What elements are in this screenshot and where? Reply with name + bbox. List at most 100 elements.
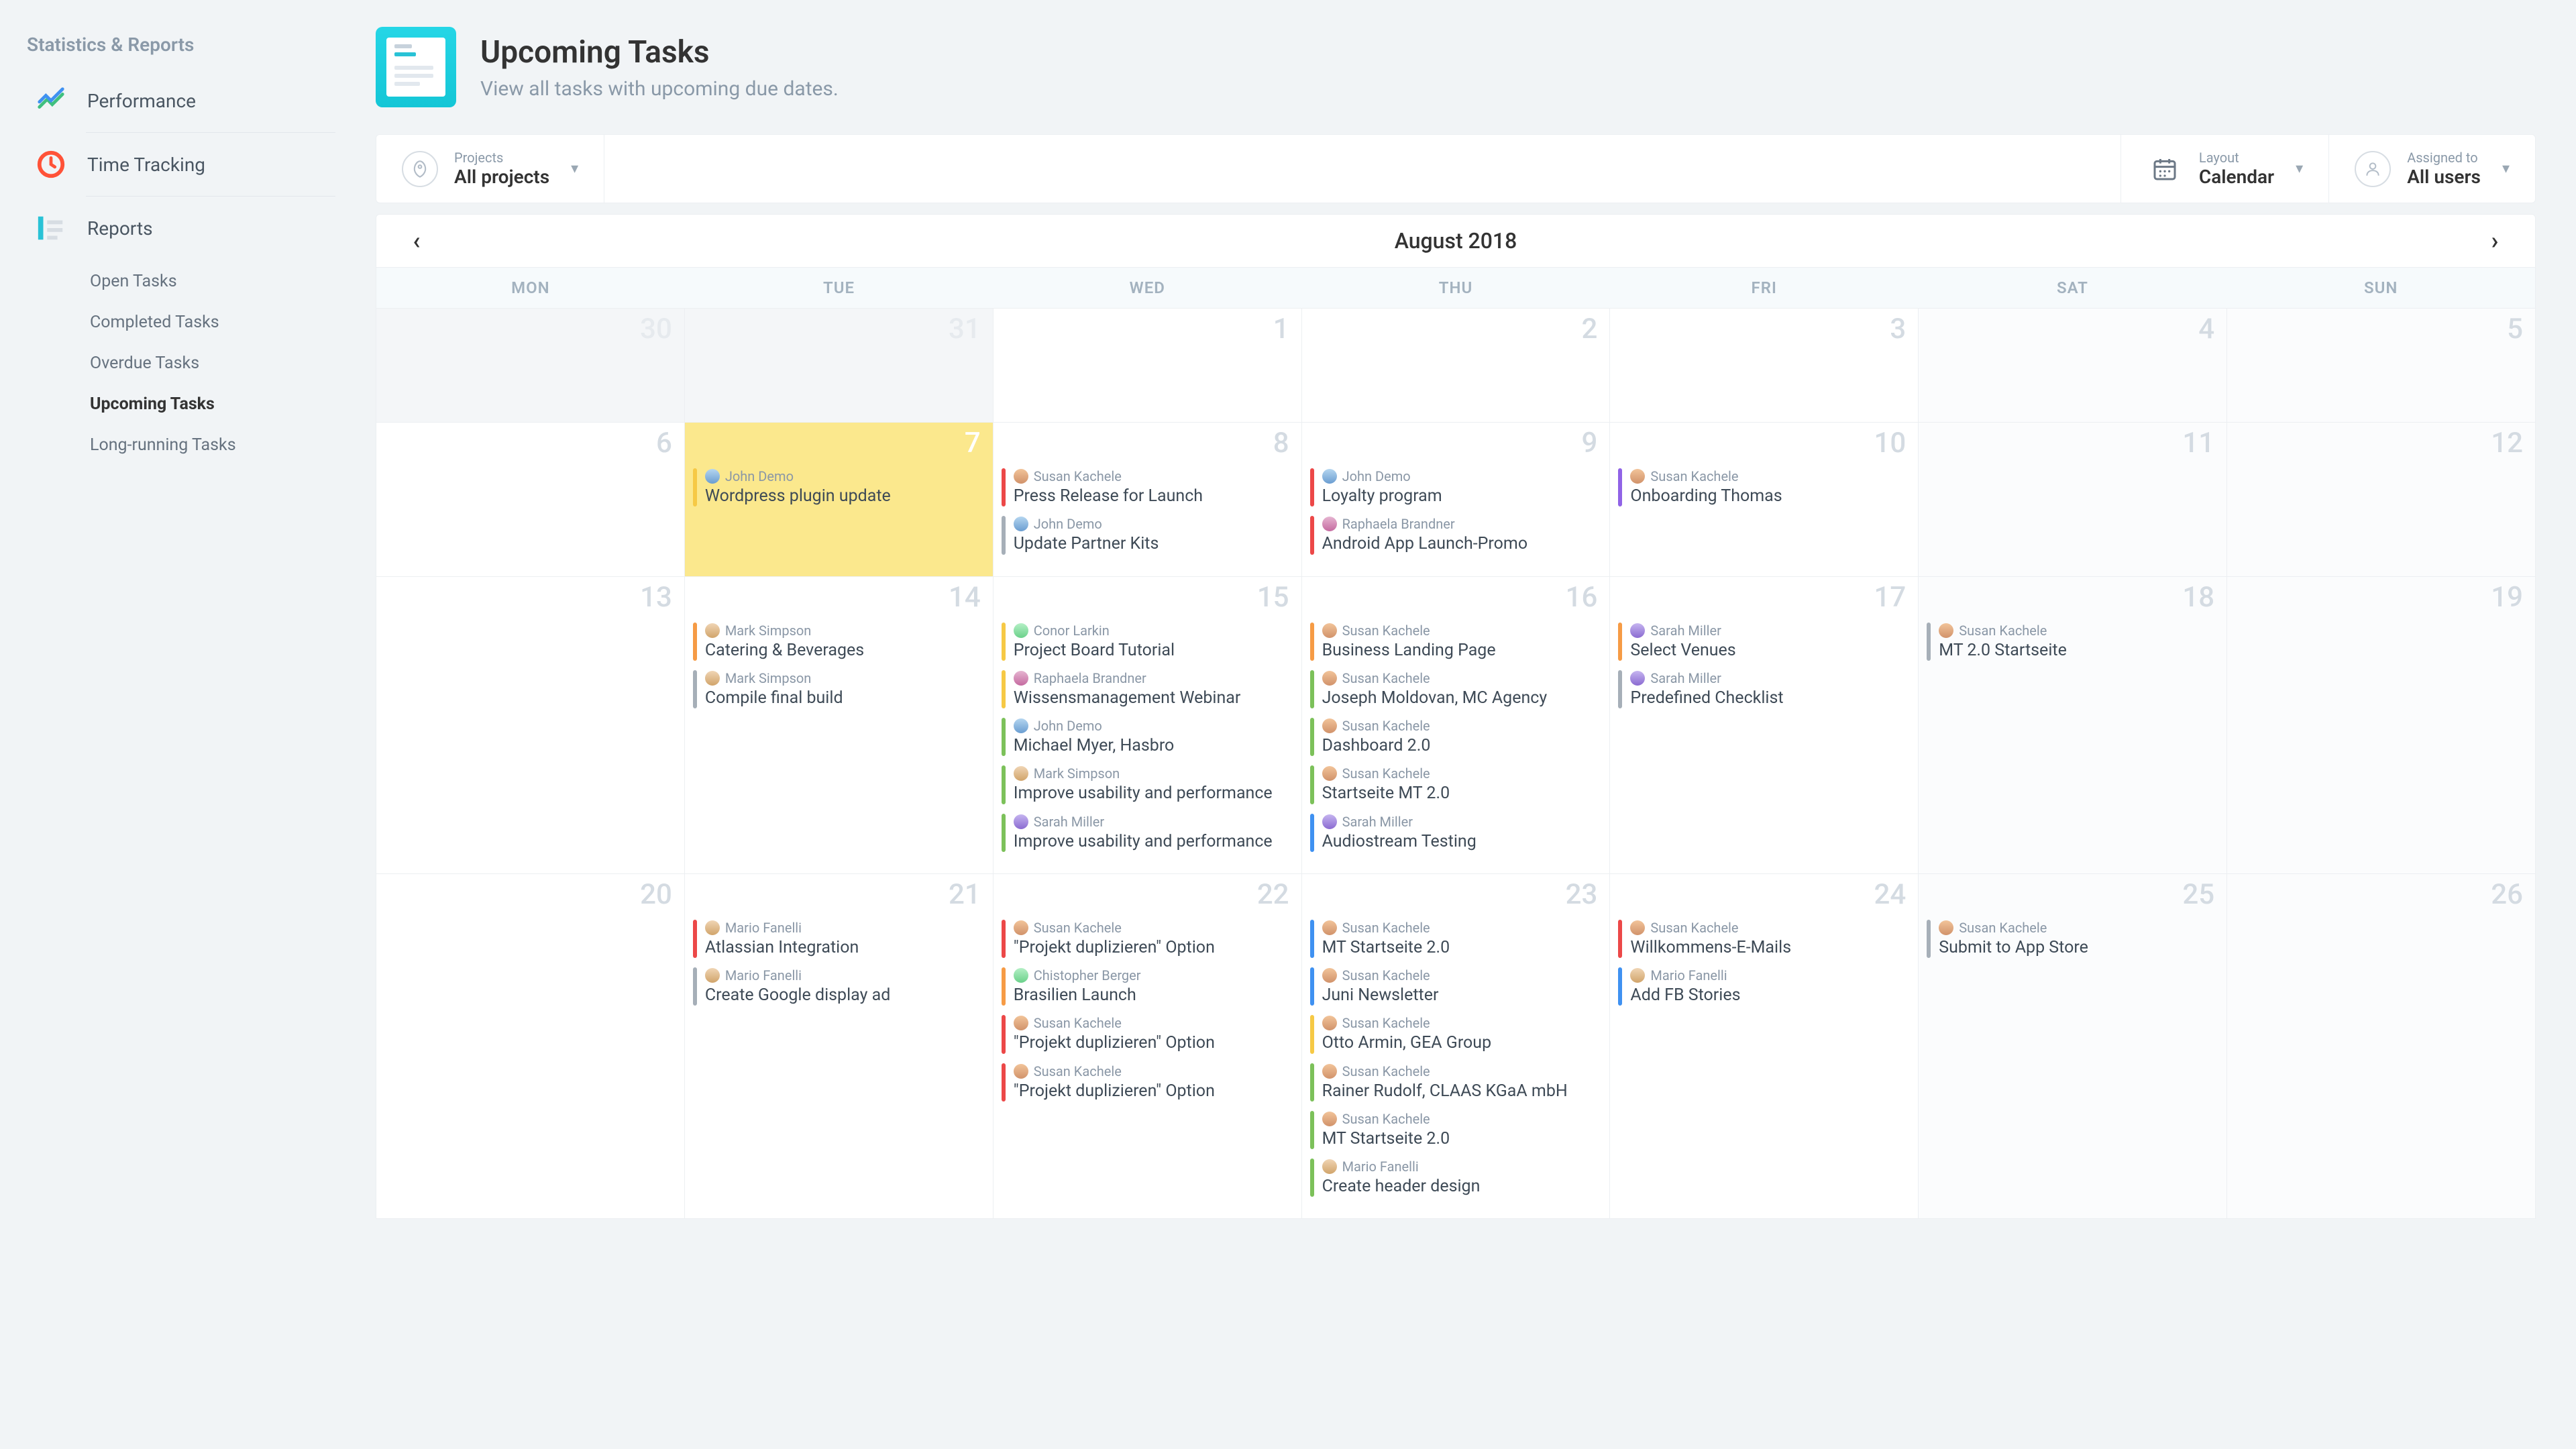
calendar-cell[interactable]: 24Susan KacheleWillkommens-E-MailsMario … bbox=[1610, 874, 1919, 1220]
task-user-name: Mario Fanelli bbox=[1650, 967, 1727, 983]
task-item[interactable]: Mark SimpsonCatering & Beverages bbox=[693, 623, 985, 661]
task-item[interactable]: Susan KachelePress Release for Launch bbox=[1002, 468, 1293, 506]
avatar bbox=[1014, 1064, 1028, 1079]
task-item[interactable]: Susan Kachele"Projekt duplizieren" Optio… bbox=[1002, 920, 1293, 958]
calendar-cell[interactable]: 6 bbox=[376, 423, 685, 577]
task-item[interactable]: John DemoWordpress plugin update bbox=[693, 468, 985, 506]
calendar-cell[interactable]: 5 bbox=[2227, 309, 2536, 423]
calendar-cell[interactable]: 17Sarah MillerSelect VenuesSarah MillerP… bbox=[1610, 577, 1919, 874]
calendar-cell[interactable]: 9John DemoLoyalty programRaphaela Brandn… bbox=[1302, 423, 1611, 577]
task-user-name: Raphaela Brandner bbox=[1034, 670, 1146, 686]
calendar-date-number: 30 bbox=[640, 313, 672, 345]
calendar-cell[interactable]: 19 bbox=[2227, 577, 2536, 874]
task-item[interactable]: Susan KacheleBusiness Landing Page bbox=[1310, 623, 1602, 661]
calendar-cell[interactable]: 10Susan KacheleOnboarding Thomas bbox=[1610, 423, 1919, 577]
calendar-cell[interactable]: 8Susan KachelePress Release for LaunchJo… bbox=[994, 423, 1302, 577]
task-item[interactable]: Susan KacheleMT Startseite 2.0 bbox=[1310, 920, 1602, 958]
calendar-cell[interactable]: 22Susan Kachele"Projekt duplizieren" Opt… bbox=[994, 874, 1302, 1220]
task-item[interactable]: Susan KacheleOtto Armin, GEA Group bbox=[1310, 1015, 1602, 1053]
task-item[interactable]: Sarah MillerAudiostream Testing bbox=[1310, 814, 1602, 852]
calendar-cell[interactable]: 26 bbox=[2227, 874, 2536, 1220]
filter-layout[interactable]: Layout Calendar ▾ bbox=[2121, 135, 2329, 203]
calendar-date-number: 20 bbox=[640, 878, 672, 911]
task-item[interactable]: Sarah MillerImprove usability and perfor… bbox=[1002, 814, 1293, 852]
calendar-cell[interactable]: 31 bbox=[685, 309, 994, 423]
task-user-name: Mario Fanelli bbox=[1342, 1159, 1419, 1175]
task-item[interactable]: Susan KacheleWillkommens-E-Mails bbox=[1618, 920, 1910, 958]
task-item[interactable]: Raphaela BrandnerWissensmanagement Webin… bbox=[1002, 670, 1293, 708]
sidebar-item-performance[interactable]: Performance bbox=[31, 74, 335, 127]
task-item[interactable]: Susan Kachele"Projekt duplizieren" Optio… bbox=[1002, 1015, 1293, 1053]
task-item[interactable]: Mario FanelliAdd FB Stories bbox=[1618, 967, 1910, 1006]
task-item[interactable]: Susan KacheleOnboarding Thomas bbox=[1618, 468, 1910, 506]
task-item[interactable]: Mario FanelliCreate header design bbox=[1310, 1159, 1602, 1197]
calendar-cell[interactable]: 12 bbox=[2227, 423, 2536, 577]
prev-month-button[interactable]: ‹ bbox=[403, 227, 430, 255]
filter-label: Layout bbox=[2199, 150, 2274, 166]
calendar-cell[interactable]: 20 bbox=[376, 874, 685, 1220]
task-user-name: Susan Kachele bbox=[1342, 920, 1430, 936]
task-item[interactable]: Mark SimpsonImprove usability and perfor… bbox=[1002, 765, 1293, 804]
sidebar-item-time-tracking[interactable]: Time Tracking bbox=[31, 138, 335, 191]
sidebar-item-reports[interactable]: Reports bbox=[31, 202, 335, 254]
task-item[interactable]: Conor LarkinProject Board Tutorial bbox=[1002, 623, 1293, 661]
task-item[interactable]: John DemoLoyalty program bbox=[1310, 468, 1602, 506]
calendar-cell[interactable]: 7John DemoWordpress plugin update bbox=[685, 423, 994, 577]
task-info: Mario FanelliAtlassian Integration bbox=[705, 920, 985, 958]
task-item[interactable]: Susan KacheleJuni Newsletter bbox=[1310, 967, 1602, 1006]
task-item[interactable]: Sarah MillerSelect Venues bbox=[1618, 623, 1910, 661]
calendar-date-number: 6 bbox=[656, 427, 672, 460]
calendar-cell[interactable]: 30 bbox=[376, 309, 685, 423]
sidebar-sub-upcoming-tasks[interactable]: Upcoming Tasks bbox=[90, 384, 335, 425]
task-user-name: Sarah Miller bbox=[1034, 814, 1104, 830]
next-month-button[interactable]: › bbox=[2481, 227, 2508, 255]
task-item[interactable]: Mario FanelliCreate Google display ad bbox=[693, 967, 985, 1006]
task-item[interactable]: Raphaela BrandnerAndroid App Launch-Prom… bbox=[1310, 516, 1602, 554]
task-item[interactable]: Susan KacheleMT Startseite 2.0 bbox=[1310, 1111, 1602, 1149]
task-item[interactable]: Mark SimpsonCompile final build bbox=[693, 670, 985, 708]
task-user-name: John Demo bbox=[1034, 516, 1102, 532]
calendar-cell[interactable]: 3 bbox=[1610, 309, 1919, 423]
chevron-down-icon: ▾ bbox=[2296, 160, 2303, 177]
task-item[interactable]: Sarah MillerPredefined Checklist bbox=[1618, 670, 1910, 708]
task-item[interactable]: Susan KacheleStartseite MT 2.0 bbox=[1310, 765, 1602, 804]
calendar-cell[interactable]: 13 bbox=[376, 577, 685, 874]
task-item[interactable]: Susan KacheleJoseph Moldovan, MC Agency bbox=[1310, 670, 1602, 708]
task-item[interactable]: Susan KacheleSubmit to App Store bbox=[1927, 920, 2218, 958]
sidebar-sub-overdue-tasks[interactable]: Overdue Tasks bbox=[90, 343, 335, 384]
calendar-cell[interactable]: 14 Mark SimpsonCatering & Beverages Mark S… bbox=[685, 577, 994, 874]
task-item[interactable]: Susan KacheleDashboard 2.0 bbox=[1310, 718, 1602, 756]
sidebar-sub-open-tasks[interactable]: Open Tasks bbox=[90, 261, 335, 302]
calendar-cell[interactable]: 16Susan KacheleBusiness Landing PageSusa… bbox=[1302, 577, 1611, 874]
task-user-name: Susan Kachele bbox=[1342, 967, 1430, 983]
calendar-cell[interactable]: 23Susan KacheleMT Startseite 2.0Susan Ka… bbox=[1302, 874, 1611, 1220]
calendar-cell[interactable]: 18Susan KacheleMT 2.0 Startseite bbox=[1919, 577, 2227, 874]
filter-projects[interactable]: Projects All projects ▾ bbox=[376, 135, 604, 203]
calendar-cell[interactable]: 4 bbox=[1919, 309, 2227, 423]
task-color-bar bbox=[1927, 623, 1931, 661]
task-item[interactable]: John DemoMichael Myer, Hasbro bbox=[1002, 718, 1293, 756]
avatar bbox=[705, 671, 720, 686]
task-item[interactable]: Chistopher BergerBrasilien Launch bbox=[1002, 967, 1293, 1006]
calendar-cell[interactable]: 21Mario FanelliAtlassian IntegrationMari… bbox=[685, 874, 994, 1220]
sidebar-sub-long-running-tasks[interactable]: Long-running Tasks bbox=[90, 425, 335, 466]
calendar-cell[interactable]: 25Susan KacheleSubmit to App Store bbox=[1919, 874, 2227, 1220]
task-user-row: John Demo bbox=[705, 468, 985, 484]
task-item[interactable]: John DemoUpdate Partner Kits bbox=[1002, 516, 1293, 554]
calendar-date-number: 14 bbox=[949, 581, 981, 614]
task-item[interactable]: Susan KacheleRainer Rudolf, CLAAS KGaA m… bbox=[1310, 1063, 1602, 1102]
task-title: Startseite MT 2.0 bbox=[1322, 783, 1602, 804]
calendar-cell[interactable]: 11 bbox=[1919, 423, 2227, 577]
task-item[interactable]: Mario FanelliAtlassian Integration bbox=[693, 920, 985, 958]
calendar-cell[interactable]: 2 bbox=[1302, 309, 1611, 423]
calendar-cell[interactable]: 15Conor LarkinProject Board TutorialRaph… bbox=[994, 577, 1302, 874]
task-title: Rainer Rudolf, CLAAS KGaA mbH bbox=[1322, 1081, 1602, 1102]
sidebar-sub-completed-tasks[interactable]: Completed Tasks bbox=[90, 302, 335, 343]
task-item[interactable]: Susan KacheleMT 2.0 Startseite bbox=[1927, 623, 2218, 661]
avatar bbox=[1630, 920, 1645, 935]
task-title: MT Startseite 2.0 bbox=[1322, 1128, 1602, 1149]
calendar-cell[interactable]: 1 bbox=[994, 309, 1302, 423]
task-user-row: Susan Kachele bbox=[1014, 1063, 1293, 1079]
filter-assigned[interactable]: Assigned to All users ▾ bbox=[2329, 135, 2535, 203]
task-item[interactable]: Susan Kachele"Projekt duplizieren" Optio… bbox=[1002, 1063, 1293, 1102]
